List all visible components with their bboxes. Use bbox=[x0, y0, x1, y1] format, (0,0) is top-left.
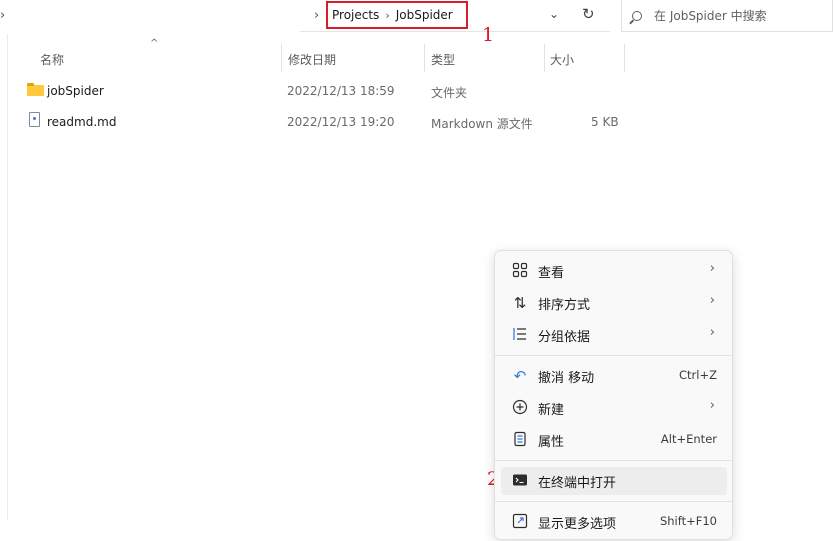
menu-divider bbox=[495, 501, 732, 502]
new-icon bbox=[511, 399, 529, 417]
file-modified: 2022/12/13 18:59 bbox=[287, 84, 395, 98]
menu-item-label: 在终端中打开 bbox=[538, 476, 617, 491]
address-bar[interactable]: › Projects › JobSpider ⌄ ↻ bbox=[300, 0, 610, 32]
column-header-size[interactable]: 大小 bbox=[550, 44, 574, 74]
file-modified: 2022/12/13 19:20 bbox=[287, 115, 395, 129]
more-options-icon bbox=[511, 513, 529, 531]
column-divider[interactable] bbox=[624, 44, 625, 72]
menu-item-label: 撤消 移动 bbox=[538, 371, 595, 386]
breadcrumb-jobspider[interactable]: JobSpider bbox=[396, 8, 453, 22]
chevron-right-icon[interactable]: › bbox=[0, 8, 5, 23]
shortcut-text: Shift+F10 bbox=[659, 514, 717, 528]
refresh-icon[interactable]: ↻ bbox=[582, 5, 595, 23]
chevron-down-icon[interactable]: ⌄ bbox=[549, 7, 559, 21]
properties-icon bbox=[511, 431, 529, 449]
sort-icon: ⇅ bbox=[513, 294, 527, 312]
grid-view-icon bbox=[511, 262, 529, 280]
column-divider[interactable] bbox=[424, 44, 425, 72]
menu-divider bbox=[495, 460, 732, 461]
chevron-right-icon[interactable]: › bbox=[385, 9, 389, 22]
file-row[interactable]: readmd.md 2022/12/13 19:20 Markdown 源文件 … bbox=[20, 107, 620, 137]
chevron-right-icon: › bbox=[709, 398, 715, 413]
menu-item-label: 查看 bbox=[538, 266, 565, 281]
search-icon bbox=[632, 10, 642, 21]
menu-item-sort[interactable]: ⇅ 排序方式 › bbox=[501, 289, 727, 317]
context-menu: 查看 › ⇅ 排序方式 › 分组依据 › ↶ 撤消 移动 Ctrl+Z 新建 ›… bbox=[494, 250, 733, 540]
chevron-right-icon: › bbox=[709, 261, 715, 276]
column-divider[interactable] bbox=[544, 44, 545, 72]
search-placeholder: 在 JobSpider 中搜索 bbox=[654, 9, 767, 23]
file-size: 5 KB bbox=[591, 115, 619, 129]
column-header-modified[interactable]: 修改日期 bbox=[288, 44, 336, 74]
menu-item-open-in-terminal[interactable]: 在终端中打开 bbox=[501, 467, 727, 495]
annotation-number: 1 bbox=[482, 24, 495, 46]
menu-item-new[interactable]: 新建 › bbox=[501, 394, 727, 422]
menu-item-label: 属性 bbox=[538, 435, 565, 450]
search-box[interactable]: 在 JobSpider 中搜索 bbox=[621, 0, 833, 32]
chevron-right-icon: › bbox=[709, 293, 715, 308]
menu-item-label: 分组依据 bbox=[538, 330, 591, 345]
menu-item-label: 显示更多选项 bbox=[538, 517, 617, 532]
sort-ascending-icon: ^ bbox=[150, 38, 159, 49]
chevron-right-icon[interactable]: › bbox=[314, 8, 319, 23]
menu-item-view[interactable]: 查看 › bbox=[501, 257, 727, 285]
menu-item-label: 排序方式 bbox=[538, 298, 591, 313]
file-type: Markdown 源文件 bbox=[431, 117, 533, 131]
breadcrumb-projects[interactable]: Projects bbox=[332, 8, 379, 22]
navigation-pane-edge bbox=[0, 34, 8, 520]
column-header-name[interactable]: 名称 bbox=[40, 44, 64, 74]
file-row[interactable]: jobSpider 2022/12/13 18:59 文件夹 bbox=[20, 76, 620, 106]
menu-item-label: 新建 bbox=[538, 403, 565, 418]
terminal-icon bbox=[511, 472, 529, 490]
shortcut-text: Ctrl+Z bbox=[679, 368, 717, 382]
menu-item-properties[interactable]: 属性 Alt+Enter bbox=[501, 426, 727, 454]
menu-divider bbox=[495, 355, 732, 356]
file-name: readmd.md bbox=[47, 115, 117, 129]
column-divider[interactable] bbox=[281, 44, 282, 72]
folder-icon bbox=[27, 83, 44, 96]
menu-item-group-by[interactable]: 分组依据 › bbox=[501, 321, 727, 349]
markdown-file-icon bbox=[29, 112, 40, 127]
undo-icon: ↶ bbox=[513, 367, 527, 385]
navigation-bar: › Projects › JobSpider ⌄ ↻ 在 JobSpider 中… bbox=[0, 0, 833, 34]
file-name: jobSpider bbox=[47, 84, 104, 98]
group-by-icon bbox=[511, 326, 529, 344]
file-type: 文件夹 bbox=[431, 86, 468, 100]
menu-item-show-more-options[interactable]: 显示更多选项 Shift+F10 bbox=[501, 508, 727, 536]
menu-item-undo-move[interactable]: ↶ 撤消 移动 Ctrl+Z bbox=[501, 362, 727, 390]
breadcrumb: Projects › JobSpider bbox=[326, 1, 468, 29]
chevron-right-icon: › bbox=[709, 325, 715, 340]
shortcut-text: Alt+Enter bbox=[660, 432, 717, 446]
column-header-type[interactable]: 类型 bbox=[431, 44, 455, 74]
